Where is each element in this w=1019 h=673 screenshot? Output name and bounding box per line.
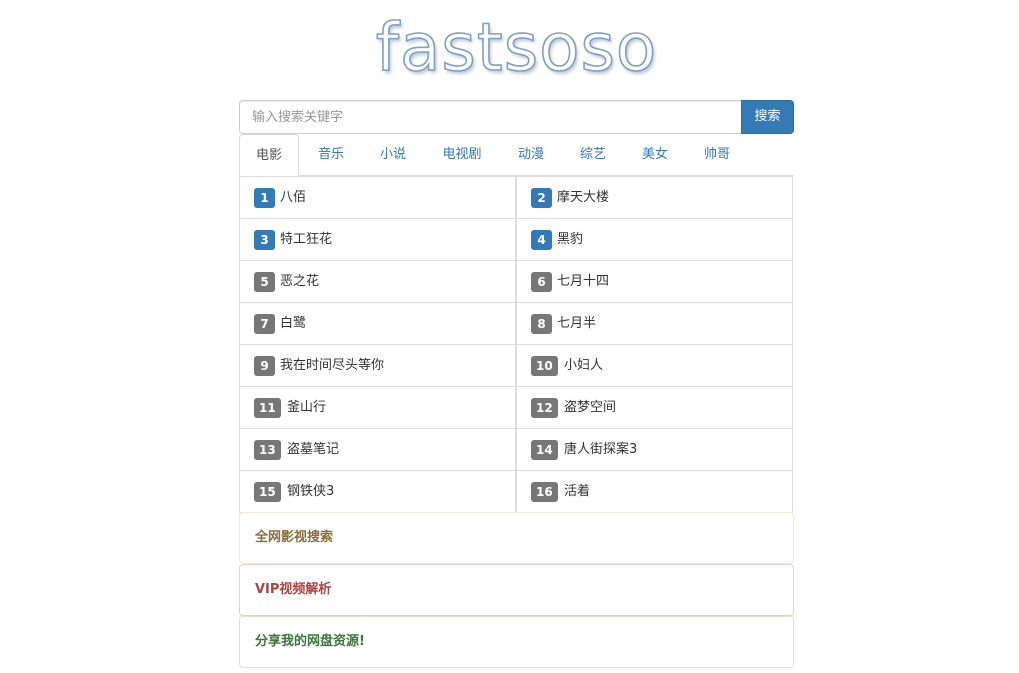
tab-beauty[interactable]: 美女 [627,134,683,176]
ranking-item[interactable]: 14 唐人街探案3 [516,428,793,471]
panel-vip-video-parse[interactable]: VIP视频解析 [239,564,794,616]
tab-novel[interactable]: 小说 [365,134,421,176]
rank-badge: 8 [531,314,552,334]
tab-music[interactable]: 音乐 [303,134,359,176]
ranking-item[interactable]: 11 釜山行 [239,386,516,429]
ranking-title[interactable]: 我在时间尽头等你 [280,345,384,386]
search-bar: 搜索 [239,100,794,134]
ranking-title[interactable]: 盗墓笔记 [287,429,339,470]
ranking-title[interactable]: 黑豹 [557,219,583,260]
ranking-item[interactable]: 2 摩天大楼 [516,176,793,219]
rank-badge: 5 [254,272,275,292]
panel-share-netdisk[interactable]: 分享我的网盘资源! [239,616,794,668]
ranking-item[interactable]: 4 黑豹 [516,218,793,261]
ranking-item[interactable]: 1 八佰 [239,176,516,219]
ranking-title[interactable]: 盗梦空间 [564,387,616,428]
panel-label: VIP视频解析 [255,582,332,597]
rank-badge: 2 [531,188,552,208]
tab-tv-series[interactable]: 电视剧 [427,134,497,176]
ranking-title[interactable]: 七月半 [557,303,596,344]
search-button[interactable]: 搜索 [741,100,794,134]
tab-handsome[interactable]: 帅哥 [689,134,745,176]
tab-movie[interactable]: 电影 [239,134,299,176]
ranking-title[interactable]: 恶之花 [280,261,319,302]
rank-badge: 6 [531,272,552,292]
panel-label: 分享我的网盘资源! [255,634,365,649]
ranking-item[interactable]: 13 盗墓笔记 [239,428,516,471]
rank-badge: 15 [254,482,281,502]
rank-badge: 14 [531,440,558,460]
ranking-title[interactable]: 钢铁侠3 [287,471,334,512]
ranking-title[interactable]: 釜山行 [287,387,326,428]
ranking-title[interactable]: 八佰 [280,177,306,218]
search-input[interactable] [239,100,741,134]
rank-badge: 9 [254,356,275,376]
ranking-title[interactable]: 特工狂花 [280,219,332,260]
ranking-item[interactable]: 12 盗梦空间 [516,386,793,429]
rank-badge: 7 [254,314,275,334]
ranking-title[interactable]: 活着 [564,471,590,512]
ranking-title[interactable]: 白鹭 [280,303,306,344]
rank-badge: 12 [531,398,558,418]
tab-variety[interactable]: 综艺 [565,134,621,176]
site-logo[interactable]: fastsoso [239,8,794,88]
rank-badge: 13 [254,440,281,460]
ranking-item[interactable]: 8 七月半 [516,302,793,345]
panel-label: 全网影视搜索 [255,530,334,545]
ranking-item[interactable]: 7 白鹭 [239,302,516,345]
panel-all-video-search[interactable]: 全网影视搜索 [239,512,794,564]
rank-badge: 16 [531,482,558,502]
ranking-item[interactable]: 6 七月十四 [516,260,793,303]
ranking-item[interactable]: 15 钢铁侠3 [239,470,516,513]
ranking-title[interactable]: 七月十四 [557,261,609,302]
tab-anime[interactable]: 动漫 [503,134,559,176]
ranking-title[interactable]: 小妇人 [564,345,603,386]
ranking-item[interactable]: 5 恶之花 [239,260,516,303]
category-tabs: 电影 音乐 小说 电视剧 动漫 综艺 美女 帅哥 [239,134,794,176]
rank-badge: 4 [531,230,552,250]
ranking-item[interactable]: 10 小妇人 [516,344,793,387]
ranking-item[interactable]: 16 活着 [516,470,793,513]
ranking-item[interactable]: 9 我在时间尽头等你 [239,344,516,387]
ranking-title[interactable]: 摩天大楼 [557,177,609,218]
rank-badge: 1 [254,188,275,208]
ranking-title[interactable]: 唐人街探案3 [564,429,637,470]
ranking-item[interactable]: 3 特工狂花 [239,218,516,261]
rank-badge: 11 [254,398,281,418]
rank-badge: 3 [254,230,275,250]
rank-badge: 10 [531,356,558,376]
